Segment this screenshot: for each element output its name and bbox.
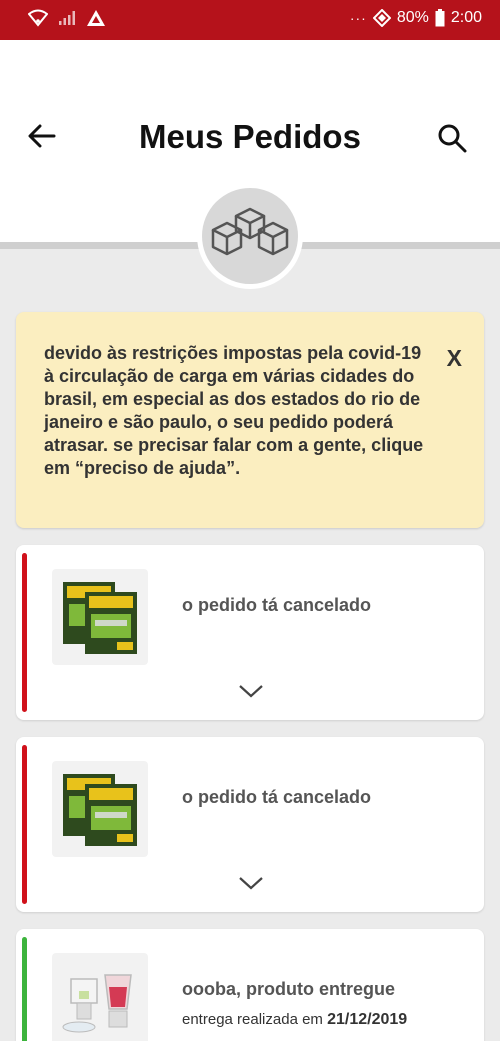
- page-title: Meus Pedidos: [139, 118, 361, 155]
- order-status-label: oooba, produto entregue: [182, 979, 395, 999]
- order-card[interactable]: o pedido tá cancelado: [16, 545, 484, 720]
- order-card[interactable]: o pedido tá cancelado: [16, 737, 484, 912]
- order-status-label: o pedido tá cancelado: [182, 787, 372, 807]
- status-bar: ··· 80% 2:00: [0, 0, 500, 40]
- status-time: 2:00: [450, 9, 482, 26]
- chevron-down-icon[interactable]: [238, 683, 264, 699]
- close-notice-button[interactable]: X: [447, 345, 462, 372]
- boxes-icon: [211, 207, 289, 256]
- delivery-label: entrega realizada em: [182, 1011, 323, 1028]
- battery-icon: [435, 9, 445, 27]
- product-image: [52, 569, 148, 665]
- search-icon[interactable]: [436, 122, 468, 154]
- order-status-stripe: [22, 553, 27, 712]
- product-image: [52, 761, 148, 857]
- order-status-stripe: [22, 745, 27, 904]
- order-status-label: o pedido tá cancelado: [182, 595, 372, 615]
- blender-product: [62, 974, 132, 1033]
- battery-percent: 80%: [396, 9, 429, 26]
- signal-icon: [59, 11, 75, 25]
- razor-blades-product: [63, 582, 137, 654]
- order-card[interactable]: oooba, produto entregue entrega realizad…: [16, 929, 484, 1041]
- razor-blades-product: [63, 774, 137, 846]
- sync-icon: [372, 9, 391, 27]
- app-icon: [87, 10, 105, 26]
- delivery-date: 21/12/2019: [327, 1011, 408, 1028]
- chevron-down-icon[interactable]: [238, 875, 264, 891]
- notice-text: devido às restrições impostas pela covid…: [44, 343, 424, 478]
- more-dots-icon: ···: [349, 10, 367, 26]
- wifi-icon: [28, 9, 48, 27]
- delivery-info: entrega realizada em 21/12/2019: [182, 1011, 407, 1029]
- order-status-stripe: [22, 937, 27, 1041]
- product-image: [52, 953, 148, 1041]
- covid-delay-notice: devido às restrições impostas pela covid…: [16, 312, 484, 528]
- boxes-badge: [197, 183, 303, 289]
